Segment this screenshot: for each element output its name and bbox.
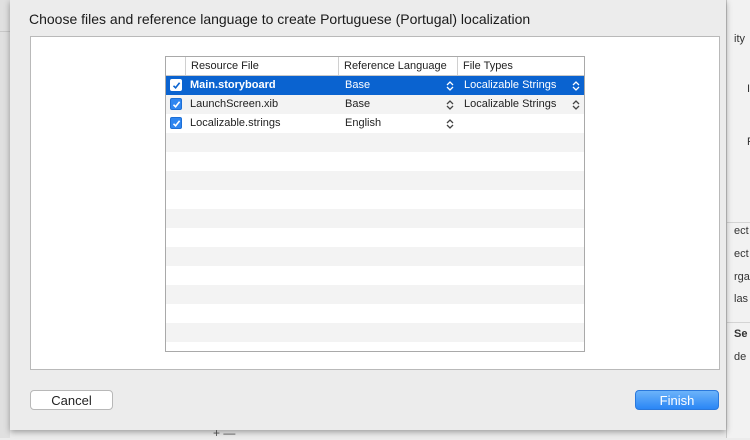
finish-button[interactable]: Finish (635, 390, 719, 410)
empty-table-row (166, 342, 584, 351)
reference-language-popup-icon[interactable] (446, 118, 456, 130)
background-divider (0, 31, 10, 32)
resource-file-name: LaunchScreen.xib (190, 98, 279, 110)
include-checkbox[interactable] (170, 117, 182, 129)
resource-files-table[interactable]: Resource File Reference Language File Ty… (165, 56, 585, 352)
bg-fragment: ect (734, 225, 749, 237)
empty-table-row (166, 228, 584, 247)
cancel-button[interactable]: Cancel (30, 390, 113, 410)
reference-language-popup-icon[interactable] (446, 80, 456, 92)
empty-table-row (166, 190, 584, 209)
empty-table-row (166, 171, 584, 190)
table-header: Resource File Reference Language File Ty… (166, 57, 584, 76)
file-type-value[interactable]: Localizable Strings (464, 95, 556, 114)
bg-fragment: las (734, 293, 749, 305)
empty-table-row (166, 152, 584, 171)
localization-dialog: Choose files and reference language to c… (10, 0, 726, 430)
column-header-reference-language[interactable]: Reference Language (338, 57, 457, 75)
background-window-left (0, 0, 10, 438)
bg-fragment: ity (734, 33, 745, 45)
empty-table-row (166, 266, 584, 285)
empty-table-row (166, 247, 584, 266)
column-header-resource-file[interactable]: Resource File (185, 57, 338, 75)
bg-divider (727, 222, 750, 223)
include-checkbox[interactable] (170, 98, 182, 110)
bg-divider (727, 322, 750, 323)
table-body: Main.storyboard Base Localizable Strings La… (166, 76, 584, 351)
reference-language-value[interactable]: Base (345, 76, 370, 95)
empty-table-row (166, 323, 584, 342)
empty-table-row (166, 133, 584, 152)
empty-table-row (166, 304, 584, 323)
file-type-value[interactable]: Localizable Strings (464, 76, 556, 95)
file-type-popup-icon[interactable] (572, 99, 582, 111)
table-row[interactable]: Localizable.strings English (166, 114, 584, 133)
table-row[interactable]: LaunchScreen.xib Base Localizable Strings (166, 95, 584, 114)
reference-language-popup-icon[interactable] (446, 99, 456, 111)
reference-language-value[interactable]: English (345, 114, 381, 133)
resource-file-name: Main.storyboard (190, 79, 276, 91)
resource-file-name: Localizable.strings (190, 117, 281, 129)
empty-table-row (166, 285, 584, 304)
table-row[interactable]: Main.storyboard Base Localizable Strings (166, 76, 584, 95)
column-header-file-types[interactable]: File Types (457, 57, 584, 75)
background-inspector-panel: ity I F ect ect rga las Se de (726, 0, 750, 438)
bg-fragment: ect (734, 248, 749, 260)
dialog-title: Choose files and reference language to c… (29, 11, 531, 27)
reference-language-value[interactable]: Base (345, 95, 370, 114)
include-checkbox[interactable] (170, 79, 182, 91)
bg-fragment: Se (734, 328, 748, 340)
bg-fragment: de (734, 351, 747, 363)
bg-fragment: rga (734, 271, 750, 283)
file-type-popup-icon[interactable] (572, 80, 582, 92)
content-area: Resource File Reference Language File Ty… (30, 36, 720, 370)
empty-table-row (166, 209, 584, 228)
